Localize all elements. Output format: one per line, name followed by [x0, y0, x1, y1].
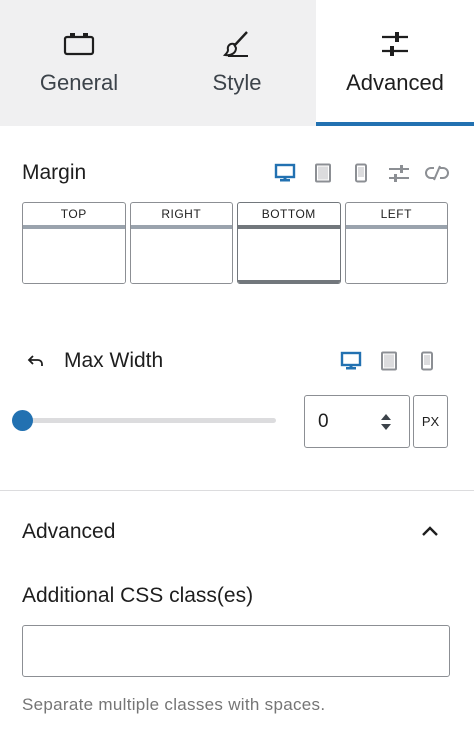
- margin-left-label: LEFT: [345, 203, 447, 229]
- margin-bottom-label: BOTTOM: [238, 203, 340, 229]
- mobile-icon[interactable]: [342, 159, 380, 187]
- margin-inputs: TOP RIGHT BOTTOM LEFT: [22, 202, 448, 284]
- tablet-icon[interactable]: [370, 347, 408, 375]
- section-divider: [0, 490, 474, 491]
- inspector-tabs: General Style Advanced: [0, 0, 474, 126]
- margin-header: Margin: [22, 158, 452, 188]
- margin-bottom-input[interactable]: [238, 229, 340, 283]
- chevron-up-icon: [418, 520, 442, 544]
- margin-left-input[interactable]: [345, 229, 447, 283]
- margin-top: TOP: [22, 202, 126, 284]
- css-class-input[interactable]: [22, 625, 450, 677]
- sliders-icon: [375, 28, 415, 60]
- advanced-panel-title: Advanced: [22, 520, 116, 543]
- unit-selector[interactable]: PX: [413, 395, 448, 448]
- brush-icon: [217, 28, 257, 60]
- max-width-input[interactable]: [305, 401, 365, 442]
- margin-label: Margin: [22, 161, 87, 184]
- margin-right-label: RIGHT: [130, 203, 232, 229]
- margin-device-switcher: [266, 158, 456, 188]
- desktop-icon[interactable]: [266, 159, 304, 187]
- margin-bottom: BOTTOM: [237, 202, 341, 284]
- margin-top-input[interactable]: [23, 229, 125, 283]
- max-width-header: Max Width: [22, 346, 452, 376]
- css-class-label: Additional CSS class(es): [22, 584, 254, 607]
- max-width-number-field: [304, 395, 410, 448]
- desktop-icon[interactable]: [332, 347, 370, 375]
- max-width-slider[interactable]: [12, 408, 276, 432]
- margin-right: RIGHT: [129, 202, 233, 284]
- spinner-arrows-icon[interactable]: [375, 409, 397, 435]
- tab-advanced-label: Advanced: [346, 70, 444, 95]
- tablet-icon[interactable]: [304, 159, 342, 187]
- max-width-label: Max Width: [64, 349, 164, 372]
- slider-track: [12, 418, 276, 423]
- tab-general[interactable]: General: [0, 0, 158, 126]
- mobile-icon[interactable]: [408, 347, 446, 375]
- sliders-settings-icon[interactable]: [380, 159, 418, 187]
- tab-style-label: Style: [212, 70, 262, 95]
- tab-advanced[interactable]: Advanced: [316, 0, 474, 126]
- max-width-device-switcher: [332, 346, 446, 376]
- slider-thumb[interactable]: [12, 410, 33, 431]
- tab-style[interactable]: Style: [158, 0, 316, 126]
- css-class-help-text: Separate multiple classes with spaces.: [22, 695, 326, 714]
- margin-top-label: TOP: [23, 203, 125, 229]
- margin-right-input[interactable]: [130, 229, 232, 283]
- tab-general-label: General: [39, 70, 119, 95]
- reset-icon[interactable]: [22, 347, 50, 375]
- unlink-icon[interactable]: [418, 159, 456, 187]
- block-icon: [59, 28, 99, 60]
- advanced-panel-toggle[interactable]: Advanced: [22, 516, 452, 548]
- margin-left: LEFT: [344, 202, 448, 284]
